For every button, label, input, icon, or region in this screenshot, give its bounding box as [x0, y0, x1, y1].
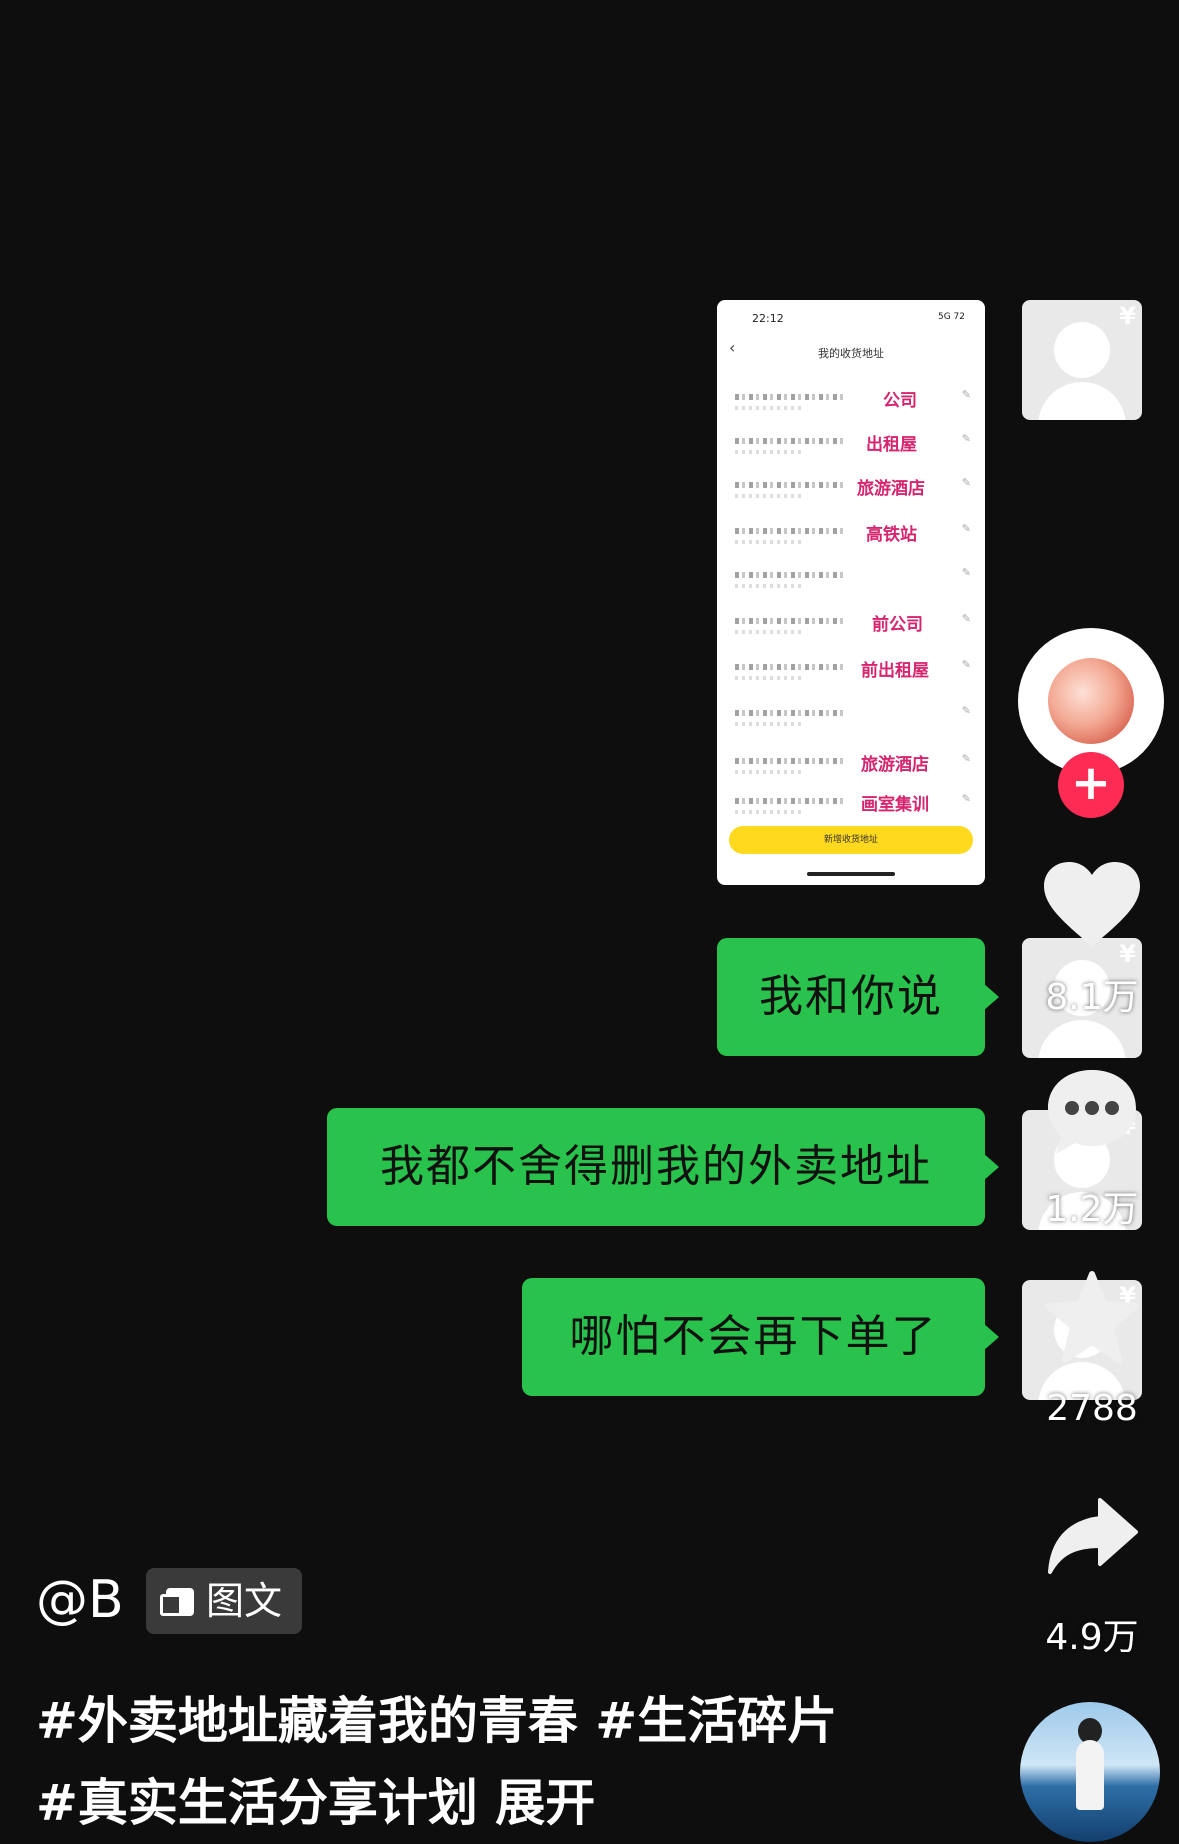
edit-icon: ✎	[961, 792, 971, 805]
address-label: 旅游酒店	[857, 479, 925, 499]
message-text: 我和你说	[759, 971, 943, 1022]
address-row: 前公司 ✎	[717, 604, 985, 648]
message-text: 哪怕不会再下单了	[569, 1311, 938, 1362]
address-label: 出租屋	[866, 435, 917, 455]
address-label: 前公司	[872, 615, 923, 635]
favorite-count: 2788	[1046, 1388, 1138, 1429]
status-time: 22:12	[752, 312, 784, 325]
address-label: 高铁站	[866, 525, 917, 545]
edit-icon: ✎	[961, 612, 971, 625]
star-icon	[1045, 1271, 1139, 1363]
edit-icon: ✎	[961, 522, 971, 535]
address-row: 前出租屋 ✎	[717, 650, 985, 694]
plus-icon: +	[1070, 755, 1112, 811]
status-signal: 5G 72	[937, 312, 965, 322]
comment-dots-icon	[1048, 1070, 1136, 1154]
address-page-title: 我的收货地址	[818, 347, 884, 360]
add-address-button: 新增收货地址	[729, 826, 973, 854]
chat-bubble: 我都不舍得删我的外卖地址	[327, 1108, 999, 1226]
comment-count: 1.2万	[1045, 1189, 1139, 1230]
edit-icon: ✎	[961, 388, 971, 401]
post-type-badge: 图文	[146, 1568, 302, 1634]
address-row: 旅游酒店 ✎	[717, 744, 985, 788]
yen-icon: ¥	[1119, 302, 1136, 330]
like-count: 8.1万	[1045, 977, 1139, 1018]
comment-button[interactable]	[1044, 1064, 1140, 1160]
address-row: ✎	[717, 696, 985, 740]
address-row: 出租屋 ✎	[717, 424, 985, 468]
edit-icon: ✎	[961, 432, 971, 445]
post-caption[interactable]: #外卖地址藏着我的青春 #生活碎片 #真实生活分享计划 展开	[36, 1680, 866, 1844]
share-arrow-icon	[1048, 1498, 1138, 1574]
author-name[interactable]: @B	[36, 1570, 124, 1630]
address-label: 画室集训	[861, 795, 929, 815]
music-disc-avatar[interactable]	[1020, 1702, 1160, 1842]
peach-avatar-image	[1048, 658, 1134, 744]
edit-icon: ✎	[961, 752, 971, 765]
address-row: 旅游酒店 ✎	[717, 468, 985, 512]
home-indicator	[807, 872, 895, 876]
address-row: 公司 ✎	[717, 380, 985, 424]
shared-address-screenshot[interactable]: 22:12 5G 72 ‹ 我的收货地址 公司 ✎ 出租屋 ✎ 旅游酒店 ✎ 高…	[717, 300, 985, 885]
favorite-button[interactable]	[1044, 1270, 1140, 1366]
address-row: ✎	[717, 558, 985, 602]
follow-button[interactable]: +	[1058, 752, 1124, 818]
share-count: 4.9万	[1045, 1617, 1139, 1658]
heart-icon	[1044, 862, 1140, 946]
share-button[interactable]	[1044, 1496, 1140, 1576]
address-label: 公司	[883, 391, 917, 411]
like-button[interactable]	[1040, 858, 1144, 950]
address-label: 前出租屋	[861, 661, 929, 681]
address-row: 高铁站 ✎	[717, 514, 985, 558]
chat-bubble: 哪怕不会再下单了	[522, 1278, 999, 1396]
edit-icon: ✎	[961, 658, 971, 671]
message-text: 我都不舍得删我的外卖地址	[380, 1141, 932, 1192]
address-label: 旅游酒店	[861, 755, 929, 775]
address-row: 画室集训 ✎	[717, 784, 985, 828]
edit-icon: ✎	[961, 704, 971, 717]
edit-icon: ✎	[961, 566, 971, 579]
post-type-label: 图文	[206, 1579, 283, 1623]
sender-avatar: ¥	[1022, 300, 1142, 420]
chat-bubble: 我和你说	[717, 938, 999, 1056]
edit-icon: ✎	[961, 476, 971, 489]
